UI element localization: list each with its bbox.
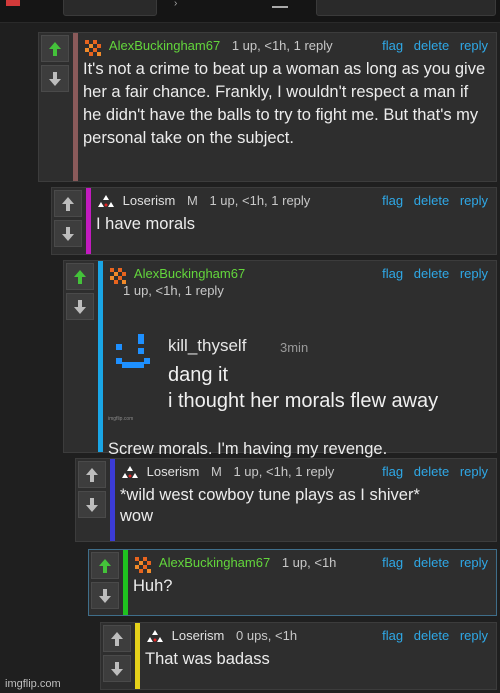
comment-meta: 1 up, <1h, 1 reply xyxy=(209,193,311,208)
arrow-up-icon xyxy=(86,467,98,482)
comment: AlexBuckingham67 1 up, <1h, 1 reply flag… xyxy=(38,32,497,182)
flag-link[interactable]: flag xyxy=(382,555,403,570)
upvote-button[interactable] xyxy=(66,263,94,290)
arrow-down-icon xyxy=(99,588,111,603)
delete-link[interactable]: delete xyxy=(414,193,449,208)
thread-depth-bar xyxy=(73,33,78,181)
thread-depth-bar xyxy=(98,261,103,452)
delete-link[interactable]: delete xyxy=(414,464,449,479)
reply-link[interactable]: reply xyxy=(460,193,488,208)
arrow-down-icon xyxy=(111,661,123,676)
imgflip-watermark: imgflip.com xyxy=(5,678,61,690)
delete-link[interactable]: delete xyxy=(414,628,449,643)
comment: Loserism M 1 up, <1h, 1 reply flag delet… xyxy=(75,458,497,542)
flag-link[interactable]: flag xyxy=(382,628,403,643)
comment-username[interactable]: Loserism xyxy=(147,464,200,479)
thread-depth-bar xyxy=(110,459,115,541)
comment: Loserism M 1 up, <1h, 1 reply flag delet… xyxy=(51,187,497,255)
top-navigation-bar: › xyxy=(0,0,500,23)
nav-dropdown[interactable] xyxy=(63,0,157,16)
flag-link[interactable]: flag xyxy=(382,38,403,53)
comment-username[interactable]: AlexBuckingham67 xyxy=(109,38,220,53)
menu-icon[interactable] xyxy=(272,6,288,8)
user-avatar[interactable] xyxy=(83,38,103,56)
comment: Loserism 0 ups, <1h flag delete reply Th… xyxy=(100,622,497,690)
arrow-down-icon xyxy=(86,497,98,512)
comment-username[interactable]: AlexBuckingham67 xyxy=(134,266,245,281)
mod-badge: M xyxy=(187,193,198,208)
user-avatar[interactable] xyxy=(133,555,153,573)
arrow-down-icon xyxy=(74,299,86,314)
flag-link[interactable]: flag xyxy=(382,464,403,479)
thread-depth-bar xyxy=(123,550,128,615)
thread-depth-bar xyxy=(86,188,91,254)
comment: AlexBuckingham67 flag delete reply 1 up,… xyxy=(63,260,497,458)
upvote-button[interactable] xyxy=(103,625,131,652)
arrow-up-icon xyxy=(49,41,61,56)
downvote-button[interactable] xyxy=(41,65,69,92)
delete-link[interactable]: delete xyxy=(414,266,449,281)
meme-image[interactable]: kill_thyself 3min dang it i thought her … xyxy=(108,306,488,434)
downvote-button[interactable] xyxy=(66,293,94,320)
comment-body-line: wow xyxy=(120,507,154,525)
user-avatar[interactable] xyxy=(120,464,140,482)
comment-body: I have morals xyxy=(96,215,196,233)
comment: AlexBuckingham67 1 up, <1h flag delete r… xyxy=(88,549,497,616)
comment-meta: 1 up, <1h, 1 reply xyxy=(123,283,224,298)
upvote-button[interactable] xyxy=(91,552,119,579)
user-avatar[interactable] xyxy=(108,266,128,284)
comment-username[interactable]: AlexBuckingham67 xyxy=(159,555,270,570)
delete-link[interactable]: delete xyxy=(414,555,449,570)
meme-watermark: imgflip.com xyxy=(108,416,134,422)
comment-body: It's not a crime to beat up a woman as l… xyxy=(83,60,486,147)
meme-username: kill_thyself xyxy=(168,336,247,355)
comment-meta: 0 ups, <1h xyxy=(236,628,298,643)
upvote-button[interactable] xyxy=(54,190,82,217)
meme-text-line: dang it xyxy=(168,364,229,386)
delete-link[interactable]: delete xyxy=(414,38,449,53)
arrow-up-icon xyxy=(74,269,86,284)
reply-link[interactable]: reply xyxy=(460,628,488,643)
comment-meta: 1 up, <1h, 1 reply xyxy=(231,38,333,53)
downvote-button[interactable] xyxy=(78,491,106,518)
user-avatar[interactable] xyxy=(145,628,165,646)
search-input[interactable] xyxy=(316,0,496,16)
mod-badge: M xyxy=(211,464,222,479)
upvote-button[interactable] xyxy=(41,35,69,62)
site-logo[interactable] xyxy=(6,0,20,6)
flag-link[interactable]: flag xyxy=(382,193,403,208)
downvote-button[interactable] xyxy=(91,582,119,609)
arrow-up-icon xyxy=(99,558,111,573)
comment-body: Huh? xyxy=(133,577,173,595)
arrow-up-icon xyxy=(62,196,74,211)
downvote-button[interactable] xyxy=(103,655,131,682)
chevron-icon[interactable]: › xyxy=(174,0,184,9)
upvote-button[interactable] xyxy=(78,461,106,488)
thread-depth-bar xyxy=(135,623,140,689)
meme-text-line: i thought her morals flew away xyxy=(168,390,439,412)
comment-meta: 1 up, <1h xyxy=(281,555,337,570)
arrow-down-icon xyxy=(49,71,61,86)
comment-meta: 1 up, <1h, 1 reply xyxy=(233,464,335,479)
arrow-up-icon xyxy=(111,631,123,646)
meme-timestamp: 3min xyxy=(280,340,309,355)
comment-body: *wild west cowboy tune plays as I shiver… xyxy=(120,484,488,528)
reply-link[interactable]: reply xyxy=(460,464,488,479)
arrow-down-icon xyxy=(62,226,74,241)
user-avatar[interactable] xyxy=(96,193,116,211)
comment-body-line: *wild west cowboy tune plays as I shiver… xyxy=(120,486,420,504)
reply-link[interactable]: reply xyxy=(460,555,488,570)
reply-link[interactable]: reply xyxy=(460,38,488,53)
flag-link[interactable]: flag xyxy=(382,266,403,281)
smiley-icon xyxy=(116,334,150,368)
comment-username[interactable]: Loserism xyxy=(123,193,176,208)
downvote-button[interactable] xyxy=(54,220,82,247)
comment-body: That was badass xyxy=(145,650,270,668)
reply-link[interactable]: reply xyxy=(460,266,488,281)
comment-username[interactable]: Loserism xyxy=(172,628,225,643)
